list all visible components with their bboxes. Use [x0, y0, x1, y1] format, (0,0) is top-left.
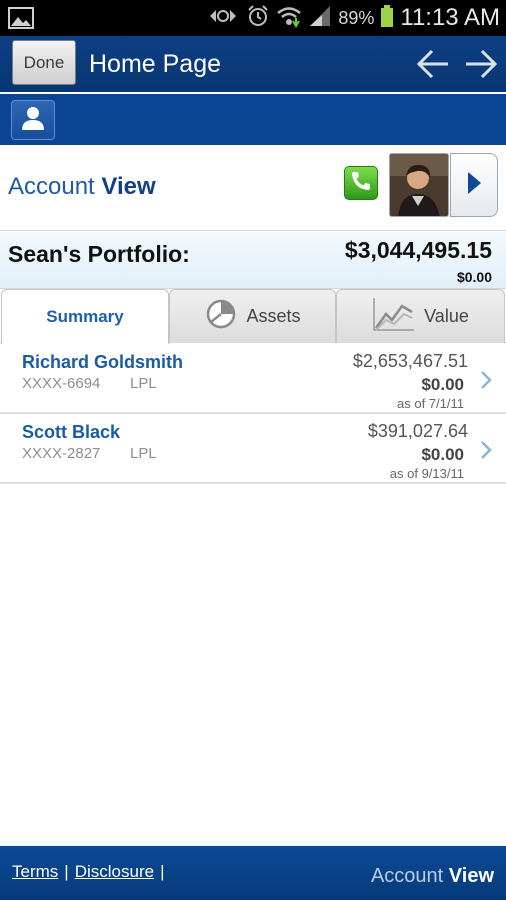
portfolio-total: $3,044,495.15	[344, 237, 492, 263]
pie-chart-icon	[204, 298, 238, 335]
call-advisor-button[interactable]	[344, 166, 378, 200]
done-button[interactable]: Done	[12, 40, 76, 85]
chevron-right-icon	[478, 440, 494, 460]
portfolio-summary: Sean's Portfolio: $3,044,495.15 $0.00	[0, 232, 506, 289]
battery-percent: 89%	[338, 7, 375, 28]
signal-arrows-icon	[206, 4, 240, 33]
forward-arrow-icon[interactable]	[462, 46, 500, 82]
account-firm: LPL	[130, 375, 157, 392]
image-icon	[8, 6, 34, 35]
user-icon	[19, 104, 47, 137]
account-firm: LPL	[130, 445, 157, 462]
back-arrow-icon[interactable]	[414, 46, 452, 82]
tab-summary[interactable]: Summary	[1, 289, 169, 344]
tab-assets[interactable]: Assets	[169, 289, 336, 343]
page-title: Home Page	[89, 50, 222, 78]
tab-assets-label: Assets	[246, 306, 301, 326]
account-holder-name: Scott Black	[22, 422, 121, 442]
cell-signal-icon	[308, 4, 332, 33]
account-view-bar: Account View	[0, 145, 506, 231]
account-change: $0.00	[421, 445, 464, 464]
wifi-icon	[276, 4, 302, 33]
tab-summary-label: Summary	[46, 307, 124, 326]
advisor-photo[interactable]	[389, 153, 449, 217]
footer: Terms | Disclosure | Account View	[0, 846, 506, 900]
account-number: XXXX-6694	[22, 375, 101, 392]
account-value: $391,027.64	[367, 421, 468, 441]
app-header: Done Home Page	[0, 36, 506, 92]
portfolio-change: $0.00	[456, 269, 492, 285]
tab-value[interactable]: Value	[336, 289, 505, 343]
account-as-of-date: as of 7/1/11	[397, 396, 464, 411]
phone-icon	[349, 169, 373, 198]
footer-account-view-logo: Account View	[370, 865, 494, 887]
footer-separator: |	[64, 862, 69, 881]
account-number: XXXX-2827	[22, 445, 101, 462]
status-time: 11:13 AM	[400, 4, 500, 31]
next-advisor-button[interactable]	[450, 153, 498, 217]
line-chart-icon	[372, 296, 416, 337]
chevron-right-icon	[478, 370, 494, 390]
profile-button[interactable]	[11, 100, 55, 140]
disclosure-link[interactable]: Disclosure	[75, 862, 154, 882]
sub-toolbar	[0, 92, 506, 145]
account-view-logo: Account View	[8, 173, 156, 200]
account-change: $0.00	[421, 375, 464, 394]
footer-separator: |	[160, 862, 165, 881]
account-row[interactable]: Scott Black XXXX-2827 LPL $391,027.64 $0…	[0, 414, 506, 484]
play-arrow-icon	[465, 170, 483, 201]
tab-value-label: Value	[424, 306, 469, 326]
account-holder-name: Richard Goldsmith	[22, 352, 184, 372]
alarm-icon	[246, 4, 270, 33]
portfolio-label: Sean's Portfolio:	[8, 241, 190, 267]
tab-bar: Summary Assets Value	[0, 289, 506, 344]
battery-icon	[380, 4, 394, 33]
account-as-of-date: as of 9/13/11	[389, 466, 464, 481]
status-bar: 89% 11:13 AM	[0, 0, 506, 36]
terms-link[interactable]: Terms	[12, 862, 58, 882]
account-row[interactable]: Richard Goldsmith XXXX-6694 LPL $2,653,4…	[0, 344, 506, 414]
account-value: $2,653,467.51	[352, 351, 468, 371]
